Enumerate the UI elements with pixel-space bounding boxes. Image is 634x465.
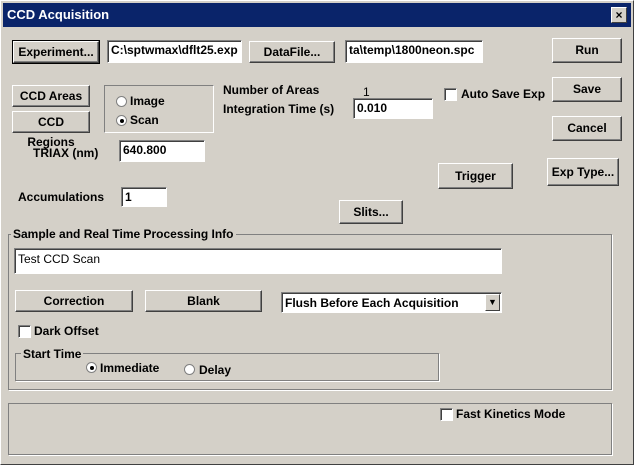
correction-button[interactable]: Correction [15, 290, 133, 312]
chevron-down-icon[interactable]: ▼ [485, 294, 500, 311]
run-button[interactable]: Run [552, 38, 622, 63]
processing-group-title: Sample and Real Time Processing Info [11, 227, 236, 241]
flush-select[interactable]: Flush Before Each Acquisition ▼ [281, 292, 502, 313]
triax-field[interactable]: 640.800 [119, 140, 205, 162]
trigger-button[interactable]: Trigger [438, 163, 513, 189]
close-button[interactable]: × [611, 7, 627, 23]
immediate-radio[interactable] [86, 362, 97, 373]
scan-radio[interactable] [116, 115, 127, 126]
description-field[interactable]: Test CCD Scan [14, 248, 502, 274]
fast-kinetics-label: Fast Kinetics Mode [456, 407, 566, 421]
flush-select-value: Flush Before Each Acquisition [285, 296, 459, 310]
number-of-areas-value: 1 [363, 85, 370, 99]
integration-time-field[interactable]: 0.010 [353, 98, 433, 119]
experiment-path-field[interactable]: C:\sptwmax\dflt25.exp [107, 40, 242, 63]
ccd-regions-button[interactable]: CCD Regions [12, 111, 90, 149]
start-time-title: Start Time [21, 347, 84, 361]
title-bar: CCD Acquisition × [3, 3, 631, 27]
scan-radio-label: Scan [130, 113, 159, 127]
auto-save-label: Auto Save Exp [461, 87, 546, 101]
auto-save-checkbox[interactable] [444, 88, 457, 101]
accumulations-label: Accumulations [18, 190, 105, 204]
datafile-button[interactable]: DataFile... [249, 41, 335, 63]
delay-radio[interactable] [184, 364, 195, 375]
save-button[interactable]: Save [552, 77, 622, 102]
number-of-areas-label: Number of Areas [223, 83, 320, 97]
blank-button[interactable]: Blank [145, 290, 262, 312]
window-title: CCD Acquisition [7, 7, 110, 22]
accumulations-field[interactable]: 1 [121, 187, 167, 207]
close-icon: × [615, 8, 623, 22]
datafile-path-field[interactable]: ta\temp\1800neon.spc [345, 40, 483, 63]
cancel-button[interactable]: Cancel [552, 116, 622, 141]
ccd-areas-button[interactable]: CCD Areas [12, 85, 90, 107]
delay-label: Delay [199, 363, 232, 377]
experiment-button[interactable]: Experiment... [12, 40, 100, 64]
slits-button[interactable]: Slits... [339, 200, 403, 224]
exp-type-button[interactable]: Exp Type... [547, 158, 619, 186]
fast-kinetics-checkbox[interactable] [440, 408, 453, 421]
image-radio[interactable] [116, 96, 127, 107]
immediate-label: Immediate [100, 361, 160, 375]
integration-time-label: Integration Time (s) [223, 102, 335, 116]
dark-offset-label: Dark Offset [34, 324, 99, 338]
dark-offset-checkbox[interactable] [18, 325, 31, 338]
image-radio-label: Image [130, 94, 165, 108]
ccd-acquisition-dialog: CCD Acquisition × Experiment... C:\sptwm… [0, 0, 634, 465]
triax-label: TRIAX (nm) [33, 146, 99, 160]
